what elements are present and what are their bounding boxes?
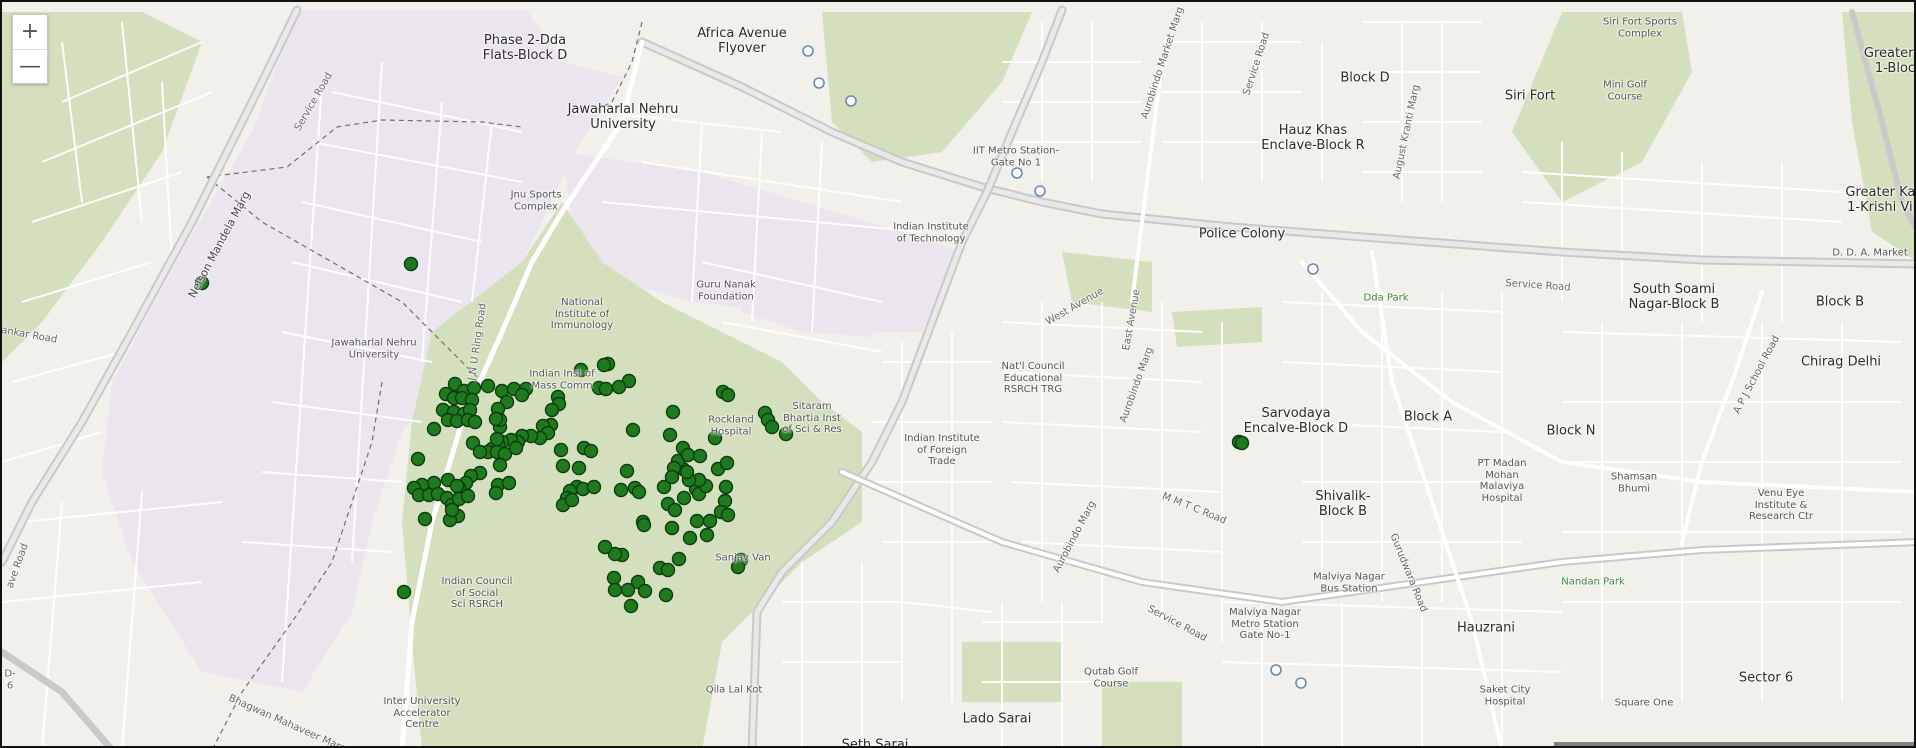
observation-point[interactable] — [707, 430, 723, 446]
observation-point[interactable] — [682, 530, 698, 546]
observation-point[interactable] — [719, 455, 735, 471]
observation-point[interactable] — [665, 404, 681, 420]
observation-point[interactable] — [573, 362, 589, 378]
observation-point[interactable] — [596, 357, 612, 373]
observation-point[interactable] — [426, 421, 442, 437]
observation-point[interactable] — [488, 411, 504, 427]
observation-point[interactable] — [611, 379, 627, 395]
observation-point[interactable] — [396, 584, 412, 600]
observation-point[interactable] — [689, 513, 705, 529]
observation-point[interactable] — [778, 426, 794, 442]
observation-point[interactable] — [488, 485, 504, 501]
observation-point[interactable] — [692, 448, 708, 464]
observation-point[interactable] — [501, 475, 517, 491]
observation-point[interactable] — [514, 387, 530, 403]
observation-point[interactable] — [718, 479, 734, 495]
observation-point[interactable] — [680, 447, 696, 463]
observation-point[interactable] — [613, 482, 629, 498]
observation-point[interactable] — [571, 460, 587, 476]
observation-point[interactable] — [764, 419, 780, 435]
observation-point[interactable] — [636, 517, 652, 533]
observation-point[interactable] — [625, 422, 641, 438]
observation-point[interactable] — [679, 464, 695, 480]
observation-point[interactable] — [449, 478, 465, 494]
observation-point[interactable] — [466, 380, 482, 396]
zoom-control: + — — [12, 14, 48, 84]
observation-point[interactable] — [667, 502, 683, 518]
observation-point[interactable] — [1234, 435, 1250, 451]
observation-point[interactable] — [403, 256, 419, 272]
observation-point[interactable] — [553, 442, 569, 458]
observation-point[interactable] — [607, 582, 623, 598]
observation-point[interactable] — [417, 511, 433, 527]
observation-point[interactable] — [702, 513, 718, 529]
observation-point[interactable] — [671, 551, 687, 567]
observation-point[interactable] — [637, 583, 653, 599]
observation-point[interactable] — [660, 562, 676, 578]
observation-point[interactable] — [544, 402, 560, 418]
zoom-out-button[interactable]: — — [13, 49, 47, 83]
zoom-in-button[interactable]: + — [13, 15, 47, 49]
observation-point[interactable] — [620, 582, 636, 598]
observation-point[interactable] — [664, 469, 680, 485]
observation-point[interactable] — [631, 484, 647, 500]
observation-point[interactable] — [664, 520, 680, 536]
observation-point[interactable] — [564, 492, 580, 508]
observation-point[interactable] — [623, 598, 639, 614]
observation-point[interactable] — [410, 451, 426, 467]
observation-point[interactable] — [606, 570, 622, 586]
observation-point[interactable] — [460, 488, 476, 504]
attribution-bar — [1554, 742, 1914, 746]
observation-point[interactable] — [194, 275, 210, 291]
observation-point[interactable] — [720, 507, 736, 523]
basemap[interactable] — [2, 2, 1916, 748]
observation-point[interactable] — [658, 587, 674, 603]
observation-point[interactable] — [472, 444, 488, 460]
observation-point[interactable] — [662, 427, 678, 443]
observation-point[interactable] — [508, 440, 524, 456]
observation-point[interactable] — [492, 457, 508, 473]
map-view[interactable]: Phase 2-Dda Flats-Block D Africa Avenue Fl… — [0, 0, 1916, 748]
observation-point[interactable] — [598, 381, 614, 397]
observation-point[interactable] — [699, 527, 715, 543]
observation-point[interactable] — [730, 559, 746, 575]
observation-point[interactable] — [720, 387, 736, 403]
observation-point[interactable] — [676, 490, 692, 506]
observation-point[interactable] — [444, 502, 460, 518]
observation-point[interactable] — [586, 479, 602, 495]
observation-point[interactable] — [555, 458, 571, 474]
observation-point[interactable] — [480, 378, 496, 394]
observation-point[interactable] — [597, 539, 613, 555]
observation-point[interactable] — [489, 431, 505, 447]
observation-point[interactable] — [619, 463, 635, 479]
observation-point[interactable] — [583, 443, 599, 459]
observation-point[interactable] — [467, 414, 483, 430]
